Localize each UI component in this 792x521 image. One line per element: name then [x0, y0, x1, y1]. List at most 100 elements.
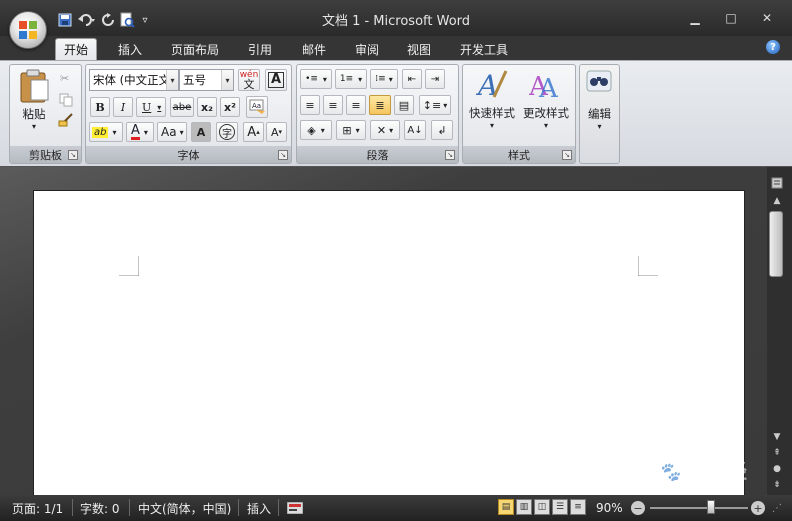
word-count[interactable]: 字数: 0 — [80, 499, 120, 517]
help-icon[interactable]: ? — [766, 40, 780, 54]
chevron-down-icon[interactable]: ▾ — [358, 75, 362, 84]
font-name-value: 宋体 (中文正文 — [93, 73, 167, 87]
distributed-button[interactable]: ▤ — [394, 95, 414, 115]
italic-button[interactable]: I — [113, 97, 133, 117]
draft-view-icon[interactable]: ≡ — [570, 499, 586, 515]
minimize-button[interactable]: ▁ — [680, 8, 710, 28]
font-launcher-icon[interactable]: ↘ — [278, 150, 288, 160]
grow-font-button[interactable]: A ▴ — [243, 122, 264, 142]
chevron-down-icon[interactable]: ▾ — [323, 75, 327, 84]
outline-view-icon[interactable]: ☰ — [552, 499, 568, 515]
clear-formatting-button[interactable]: Aa — [246, 96, 268, 118]
zoom-level[interactable]: 90% — [596, 499, 623, 517]
shading-button[interactable]: ◈ ▾ — [300, 120, 332, 140]
chevron-down-icon[interactable]: ▾ — [580, 122, 619, 131]
chevron-down-icon[interactable]: ▾ — [112, 128, 116, 137]
multilevel-list-button[interactable]: ⁞≡ ▾ — [370, 69, 398, 89]
font-color-button[interactable]: A ▾ — [126, 122, 154, 142]
copy-icon[interactable] — [59, 93, 73, 107]
tab-insert[interactable]: 插入 — [110, 38, 150, 60]
language-indicator[interactable]: 中文(简体，中国) — [138, 499, 231, 517]
chevron-down-icon[interactable]: ▾ — [321, 126, 325, 135]
editing-group[interactable]: 编辑 ▾ — [579, 64, 620, 164]
insert-mode-indicator[interactable]: 插入 — [247, 499, 271, 517]
zoom-slider-thumb[interactable] — [706, 500, 715, 514]
chevron-down-icon[interactable]: ▾ — [356, 126, 360, 135]
phonetic-guide-button[interactable]: wén 文 — [238, 69, 260, 91]
scroll-down-icon[interactable]: ▼ — [770, 430, 784, 444]
font-name-combo[interactable]: 宋体 (中文正文 ▾ — [89, 69, 179, 91]
sort-button[interactable]: A↓ — [404, 120, 426, 140]
change-styles-button[interactable]: A A 更改样式 ▾ — [520, 67, 572, 137]
superscript-button[interactable]: x² — [220, 97, 240, 117]
numbering-button[interactable]: 1≡ ▾ — [335, 69, 367, 89]
zoom-slider-track[interactable] — [650, 507, 748, 509]
chevron-down-icon[interactable]: ▾ — [221, 70, 233, 90]
next-page-icon[interactable]: ⇟ — [770, 478, 784, 492]
tab-review[interactable]: 审阅 — [347, 38, 387, 60]
strikethrough-button[interactable]: abe — [170, 97, 194, 117]
align-left-button[interactable]: ≡ — [300, 95, 320, 115]
zoom-out-icon[interactable]: − — [631, 501, 645, 515]
scroll-up-icon[interactable]: ▲ — [770, 194, 784, 208]
tab-view[interactable]: 视图 — [399, 38, 439, 60]
full-screen-reading-view-icon[interactable]: ▥ — [516, 499, 532, 515]
tab-developer[interactable]: 开发工具 — [452, 38, 516, 60]
previous-page-icon[interactable]: ⇞ — [770, 446, 784, 460]
styles-launcher-icon[interactable]: ↘ — [562, 150, 572, 160]
underline-button[interactable]: U ▾ — [136, 97, 166, 117]
chevron-down-icon[interactable]: ▾ — [443, 101, 447, 110]
highlight-button[interactable]: ab ▾ — [89, 122, 123, 142]
chevron-down-icon[interactable]: ▾ — [180, 128, 184, 137]
bold-button[interactable]: B — [90, 97, 110, 117]
align-center-button[interactable]: ≡ — [323, 95, 343, 115]
line-spacing-button[interactable]: ↕≡ ▾ — [419, 95, 451, 115]
tab-page-layout[interactable]: 页面布局 — [163, 38, 227, 60]
resize-grip-icon[interactable]: ⋰ — [772, 499, 782, 517]
page-count[interactable]: 页面: 1/1 — [12, 499, 63, 517]
close-button[interactable]: ✕ — [752, 8, 782, 28]
tab-references[interactable]: 引用 — [240, 38, 280, 60]
borders-button[interactable]: ⊞ ▾ — [336, 120, 366, 140]
paste-button[interactable]: 粘贴 ▾ — [14, 68, 54, 138]
document-page[interactable] — [33, 190, 745, 500]
align-right-button[interactable]: ≡ — [346, 95, 366, 115]
justify-button[interactable]: ≣ — [369, 95, 391, 115]
macro-record-icon[interactable] — [287, 499, 303, 517]
enclose-characters-button[interactable]: 字 — [216, 122, 238, 142]
paste-dropdown-icon[interactable]: ▾ — [14, 122, 54, 131]
bullets-button[interactable]: •≡ ▾ — [300, 69, 332, 89]
format-painter-icon[interactable] — [58, 112, 74, 128]
character-border-button[interactable]: A — [265, 69, 287, 91]
chevron-down-icon[interactable]: ▾ — [520, 121, 572, 130]
zoom-in-icon[interactable]: + — [751, 501, 765, 515]
shrink-font-button[interactable]: A ▾ — [266, 122, 287, 142]
print-layout-view-icon[interactable]: ▤ — [498, 499, 514, 515]
cut-icon[interactable]: ✂ — [60, 72, 74, 86]
scroll-thumb[interactable] — [769, 211, 783, 277]
chevron-down-icon[interactable]: ▾ — [389, 75, 393, 84]
quick-styles-button[interactable]: A 快速样式 ▾ — [466, 67, 518, 137]
show-marks-button[interactable]: ↲ — [431, 120, 453, 140]
chevron-down-icon[interactable]: ▾ — [389, 126, 393, 135]
increase-indent-button[interactable]: ⇥ — [425, 69, 445, 89]
decrease-indent-button[interactable]: ⇤ — [402, 69, 422, 89]
chevron-down-icon[interactable]: ▾ — [157, 103, 161, 112]
chevron-down-icon[interactable]: ▾ — [466, 121, 518, 130]
change-case-button[interactable]: Aa ▾ — [157, 122, 187, 142]
select-browse-object-icon[interactable]: ● — [770, 462, 784, 476]
subscript-button[interactable]: x₂ — [197, 97, 217, 117]
tab-home[interactable]: 开始 — [55, 38, 98, 60]
character-shading-button[interactable]: A — [191, 122, 211, 142]
maximize-button[interactable]: □ — [716, 8, 746, 28]
clipboard-launcher-icon[interactable]: ↘ — [68, 150, 78, 160]
font-size-combo[interactable]: 五号 ▾ — [179, 69, 234, 91]
tab-mailings[interactable]: 邮件 — [294, 38, 334, 60]
ruler-toggle-icon[interactable] — [770, 176, 784, 190]
web-layout-view-icon[interactable]: ◫ — [534, 499, 550, 515]
paragraph-launcher-icon[interactable]: ↘ — [445, 150, 455, 160]
chevron-down-icon[interactable]: ▾ — [144, 128, 148, 137]
office-button[interactable] — [9, 11, 47, 49]
chevron-down-icon[interactable]: ▾ — [166, 70, 178, 90]
asian-layout-button[interactable]: ✕ ▾ — [370, 120, 400, 140]
